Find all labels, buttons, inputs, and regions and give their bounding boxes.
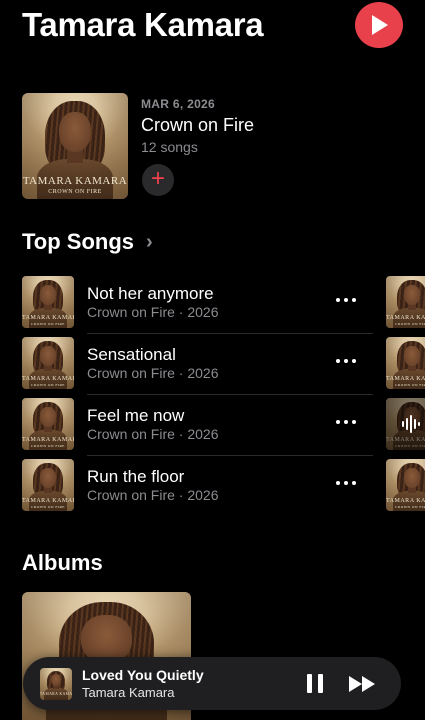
now-playing-equalizer-icon: [386, 398, 425, 450]
now-playing-artist: Tamara Kamara: [82, 685, 175, 700]
artist-name: Tamara Kamara: [22, 6, 264, 43]
forward-icon[interactable]: [348, 675, 378, 693]
artwork-artist-text: TAMARA KAMARA: [22, 437, 74, 443]
latest-release-artwork[interactable]: TAMARA KAMARA CROWN ON FIRE: [22, 93, 128, 199]
song-subtitle: Crown on Fire · 2026: [87, 487, 219, 503]
plus-icon: +: [150, 165, 165, 192]
artwork-title-text: CROWN ON FIRE: [31, 383, 65, 387]
song-artwork: TAMARA KAMARA CROWN ON FIRE: [22, 398, 74, 450]
next-column-artwork[interactable]: TAMARA KAMARA CROWN ON FIRE: [386, 398, 425, 450]
artwork-title-text: CROWN ON FIRE: [31, 444, 65, 448]
artwork-title-text: CROWN ON FIRE: [31, 322, 65, 326]
release-song-count: 12 songs: [141, 139, 198, 155]
song-row[interactable]: TAMARA KAMARA CROWN ON FIRE Run the floo…: [0, 459, 425, 520]
song-row[interactable]: TAMARA KAMARA CROWN ON FIRE Feel me now …: [0, 398, 425, 459]
now-playing-artwork: TAMARA KAMARA CROWN ON FIRE: [40, 668, 72, 700]
song-subtitle: Crown on Fire · 2026: [87, 304, 219, 320]
ellipsis-icon[interactable]: [334, 412, 360, 432]
ellipsis-icon[interactable]: [334, 351, 360, 371]
song-title: Run the floor: [87, 467, 185, 486]
artwork-artist-text: TAMARA KAMARA: [386, 376, 425, 382]
artwork-artist-text: TAMARA KAMARA: [40, 692, 72, 696]
song-artwork: TAMARA KAMARA CROWN ON FIRE: [22, 459, 74, 511]
song-title: Not her anymore: [87, 284, 214, 303]
play-icon: [372, 15, 388, 35]
song-artwork: TAMARA KAMARA CROWN ON FIRE: [22, 276, 74, 328]
ellipsis-icon[interactable]: [334, 290, 360, 310]
release-title[interactable]: Crown on Fire: [141, 115, 254, 136]
add-to-library-button[interactable]: +: [142, 164, 174, 196]
artwork-artist-text: TAMARA KAMARA: [22, 175, 128, 187]
mini-player[interactable]: TAMARA KAMARA CROWN ON FIRE Loved You Qu…: [23, 657, 401, 710]
song-row[interactable]: TAMARA KAMARA CROWN ON FIRE Sensational …: [0, 337, 425, 398]
now-playing-title: Loved You Quietly: [82, 667, 204, 683]
divider: [87, 333, 373, 334]
song-row[interactable]: TAMARA KAMARA CROWN ON FIRE Not her anym…: [0, 276, 425, 337]
next-column-artwork[interactable]: TAMARA KAMARA CROWN ON FIRE: [386, 337, 425, 389]
next-column-artwork[interactable]: TAMARA KAMARA CROWN ON FIRE: [386, 276, 425, 328]
artwork-artist-text: TAMARA KAMARA: [386, 498, 425, 504]
artwork-artist-text: TAMARA KAMARA: [22, 315, 74, 321]
artwork-title-text: CROWN ON FIRE: [395, 322, 425, 326]
top-songs-title[interactable]: Top Songs: [22, 229, 134, 255]
release-date: MAR 6, 2026: [141, 97, 215, 111]
ellipsis-icon[interactable]: [334, 473, 360, 493]
next-column-artwork[interactable]: TAMARA KAMARA CROWN ON FIRE: [386, 459, 425, 511]
chevron-right-icon[interactable]: ›: [146, 231, 153, 254]
artwork-artist-text: TAMARA KAMARA: [22, 376, 74, 382]
song-title: Sensational: [87, 345, 176, 364]
song-subtitle: Crown on Fire · 2026: [87, 365, 219, 381]
pause-icon[interactable]: [306, 674, 324, 693]
artwork-artist-text: TAMARA KAMARA: [386, 315, 425, 321]
divider: [87, 455, 373, 456]
song-subtitle: Crown on Fire · 2026: [87, 426, 219, 442]
artwork-title-text: CROWN ON FIRE: [395, 383, 425, 387]
song-title: Feel me now: [87, 406, 185, 425]
artwork-title-text: CROWN ON FIRE: [31, 505, 65, 509]
artwork-artist-text: TAMARA KAMARA: [22, 498, 74, 504]
divider: [87, 394, 373, 395]
artwork-title-text: CROWN ON FIRE: [395, 505, 425, 509]
albums-title[interactable]: Albums: [22, 550, 103, 576]
play-button[interactable]: [355, 2, 403, 48]
song-artwork: TAMARA KAMARA CROWN ON FIRE: [22, 337, 74, 389]
artwork-title-text: CROWN ON FIRE: [48, 189, 102, 195]
